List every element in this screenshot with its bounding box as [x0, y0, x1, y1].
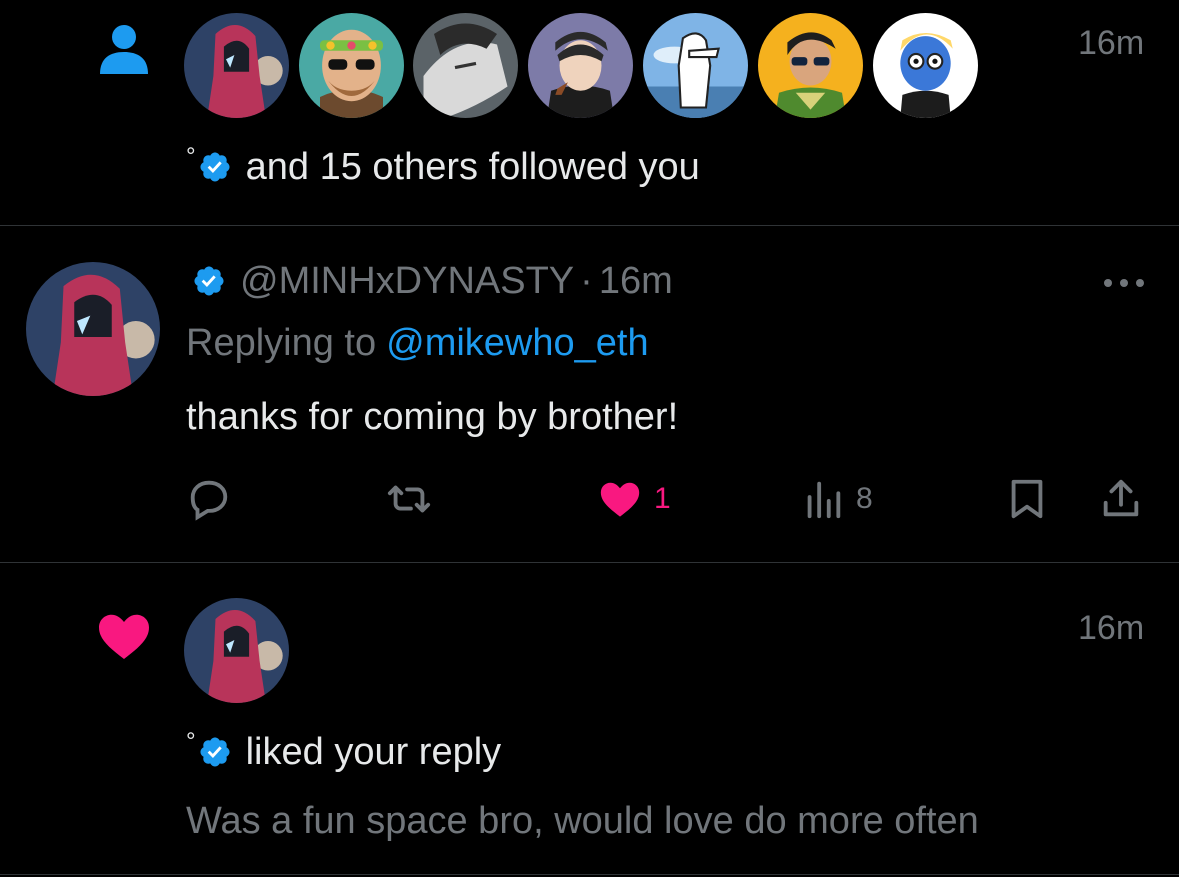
red-hood-avatar[interactable]	[184, 13, 289, 118]
tweet-body: thanks for coming by brother!	[186, 395, 679, 438]
like-count: 1	[654, 482, 671, 515]
tweet-timestamp[interactable]: 16m	[599, 260, 673, 303]
reply-button[interactable]	[186, 476, 232, 522]
like-timestamp: 16m	[1078, 609, 1145, 647]
replying-to-handle[interactable]: @mikewho_eth	[386, 322, 648, 365]
share-icon	[1103, 479, 1139, 517]
views-button[interactable]: 8	[800, 476, 873, 522]
pipe-man-avatar[interactable]	[528, 13, 633, 118]
follow-text-line: ° and 15 others followed you	[186, 143, 700, 190]
grayscale-man-avatar[interactable]	[413, 13, 518, 118]
quoted-reply-text: Was a fun space bro, would love do more …	[186, 799, 979, 842]
divider	[0, 225, 1179, 226]
verified-badge-icon	[198, 735, 232, 769]
like-text-line: ° liked your reply	[186, 728, 502, 775]
views-count: 8	[856, 482, 873, 515]
degree-mark: °	[186, 728, 196, 755]
like-button[interactable]: 1	[596, 476, 671, 522]
like-text: liked your reply	[245, 730, 502, 773]
header-separator: ·	[580, 259, 593, 302]
degree-mark: °	[186, 143, 196, 170]
divider	[0, 874, 1179, 875]
heart-icon	[92, 606, 156, 666]
replying-to-line: Replying to @mikewho_eth	[186, 320, 649, 366]
share-button[interactable]	[1098, 476, 1144, 522]
heart-icon	[600, 482, 640, 517]
retweet-icon	[387, 485, 431, 513]
sunglasses-boy-avatar[interactable]	[758, 13, 863, 118]
blue-character-avatar[interactable]	[873, 13, 978, 118]
tweet-header: @MINHxDYNASTY · 16m	[192, 258, 673, 304]
reply-icon	[190, 480, 228, 521]
verified-badge-icon	[198, 150, 232, 184]
author-avatar[interactable]	[26, 262, 160, 396]
more-dots-icon[interactable]	[1100, 272, 1148, 294]
person-icon	[96, 20, 152, 76]
retweet-button[interactable]	[385, 476, 433, 522]
divider	[0, 562, 1179, 563]
liker-avatar[interactable]	[184, 598, 289, 703]
follow-timestamp: 16m	[1078, 24, 1145, 62]
bookmark-button[interactable]	[1004, 476, 1050, 522]
follow-text: and 15 others followed you	[245, 145, 700, 188]
bearded-man-avatar[interactable]	[299, 13, 404, 118]
views-icon	[807, 481, 841, 519]
bookmark-icon	[1011, 479, 1043, 519]
replying-to-label: Replying to	[186, 321, 377, 364]
white-duck-avatar[interactable]	[643, 13, 748, 118]
verified-badge-icon	[192, 264, 226, 298]
author-handle[interactable]: @MINHxDYNASTY	[240, 260, 574, 303]
